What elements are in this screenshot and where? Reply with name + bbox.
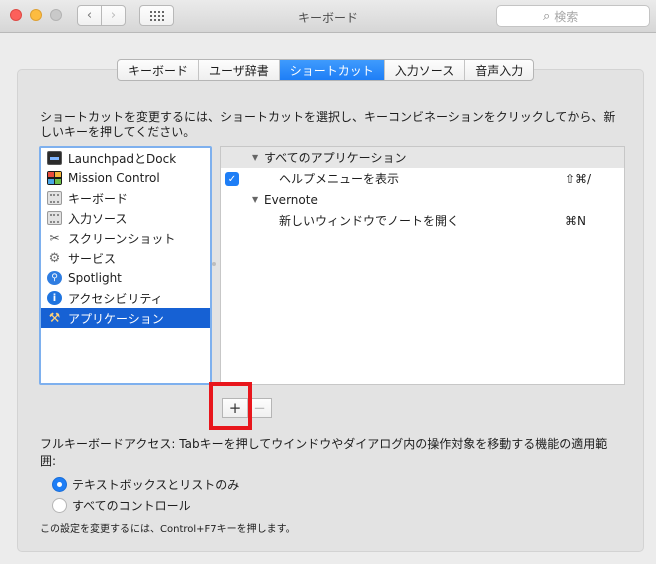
category-label: サービス bbox=[68, 251, 117, 266]
mission-control-icon bbox=[47, 171, 62, 185]
app-store-icon: ⚒ bbox=[48, 310, 61, 326]
category-keyboard[interactable]: キーボード bbox=[41, 188, 210, 208]
category-mission-control[interactable]: Mission Control bbox=[41, 168, 210, 188]
instruction-text: ショートカットを変更するには、ショートカットを選択し、キーコンビネーションをクリ… bbox=[40, 110, 616, 139]
shortcut-keys[interactable]: ⌘N bbox=[565, 214, 586, 228]
shortcut-row[interactable]: 新しいウィンドウでノートを開く ⌘N bbox=[221, 210, 624, 231]
shortcut-label: ヘルプメニューを表示 bbox=[279, 172, 400, 186]
tab-bar: キーボード ユーザ辞書 ショートカット 入力ソース 音声入力 bbox=[117, 59, 535, 81]
split-view-divider[interactable] bbox=[212, 262, 216, 266]
radio-label: すべてのコントロール bbox=[72, 498, 191, 513]
group-all-applications[interactable]: ▼ すべてのアプリケーション bbox=[221, 147, 624, 168]
group-label: Evernote bbox=[264, 192, 318, 207]
category-list[interactable]: LaunchpadとDock Mission Control キーボード 入力ソ… bbox=[39, 146, 212, 385]
shortcut-list[interactable]: ▼ すべてのアプリケーション ✓ ヘルプメニューを表示 ⇧⌘/ ▼ Everno… bbox=[220, 146, 625, 385]
category-label: アクセシビリティ bbox=[68, 291, 163, 306]
launchpad-icon bbox=[47, 151, 62, 165]
keyboard-icon bbox=[47, 211, 62, 225]
shortcut-keys[interactable]: ⇧⌘/ bbox=[565, 172, 591, 186]
tab-shortcuts[interactable]: ショートカット bbox=[279, 60, 385, 80]
tab-user-dictionary[interactable]: ユーザ辞書 bbox=[199, 60, 280, 80]
disclosure-triangle-icon[interactable]: ▼ bbox=[252, 195, 258, 204]
category-launchpad-dock[interactable]: LaunchpadとDock bbox=[41, 148, 210, 168]
radio-label: テキストボックスとリストのみ bbox=[72, 477, 240, 492]
category-label: スクリーンショット bbox=[68, 231, 176, 246]
radio-text-lists-row[interactable]: テキストボックスとリストのみ bbox=[52, 475, 239, 493]
tab-dictation[interactable]: 音声入力 bbox=[465, 60, 533, 80]
shortcut-label: 新しいウィンドウでノートを開く bbox=[279, 214, 460, 228]
category-label: アプリケーション bbox=[68, 311, 164, 326]
radio-all-controls[interactable] bbox=[52, 497, 67, 513]
category-accessibility[interactable]: i アクセシビリティ bbox=[41, 288, 210, 308]
footnote-text: この設定を変更するには、Control+F7キーを押します。 bbox=[40, 524, 296, 535]
shortcut-row[interactable]: ✓ ヘルプメニューを表示 ⇧⌘/ bbox=[221, 168, 624, 189]
screenshot-icon: ✂ bbox=[49, 231, 60, 245]
title-bar: ‹ › キーボード ⌕ 検索 bbox=[0, 0, 656, 33]
accessibility-icon: i bbox=[47, 291, 62, 305]
category-services[interactable]: ⚙ サービス bbox=[41, 248, 210, 268]
tab-keyboard[interactable]: キーボード bbox=[118, 60, 200, 80]
full-keyboard-access-text: フルキーボードアクセス: Tabキーを押してウインドウやダイアログ内の操作対象を… bbox=[40, 437, 608, 468]
category-input-sources[interactable]: 入力ソース bbox=[41, 208, 210, 228]
category-screenshots[interactable]: ✂ スクリーンショット bbox=[41, 228, 210, 248]
highlight-box bbox=[209, 382, 252, 430]
category-label: Spotlight bbox=[68, 271, 122, 285]
radio-all-controls-row[interactable]: すべてのコントロール bbox=[52, 496, 191, 514]
category-app-shortcuts[interactable]: ⚒ アプリケーション bbox=[41, 308, 210, 328]
search-placeholder: 検索 bbox=[554, 9, 579, 24]
search-input[interactable]: ⌕ 検索 bbox=[496, 5, 650, 27]
category-spotlight[interactable]: ⚲ Spotlight bbox=[41, 268, 210, 288]
enabled-checkbox[interactable]: ✓ bbox=[225, 172, 239, 186]
category-label: キーボード bbox=[68, 191, 129, 206]
disclosure-triangle-icon[interactable]: ▼ bbox=[252, 153, 258, 162]
keyboard-icon bbox=[47, 191, 62, 205]
search-icon: ⌕ bbox=[543, 8, 551, 24]
category-label: 入力ソース bbox=[68, 211, 128, 226]
spotlight-icon: ⚲ bbox=[47, 271, 62, 285]
group-evernote[interactable]: ▼ Evernote bbox=[221, 189, 624, 210]
group-label: すべてのアプリケーション bbox=[264, 151, 407, 165]
checkmark-icon: ✓ bbox=[227, 173, 237, 185]
gear-icon: ⚙ bbox=[48, 250, 61, 266]
tab-input-sources[interactable]: 入力ソース bbox=[385, 60, 466, 80]
category-label: Mission Control bbox=[68, 171, 160, 185]
radio-text-lists[interactable] bbox=[52, 476, 67, 492]
category-label: LaunchpadとDock bbox=[68, 151, 177, 166]
